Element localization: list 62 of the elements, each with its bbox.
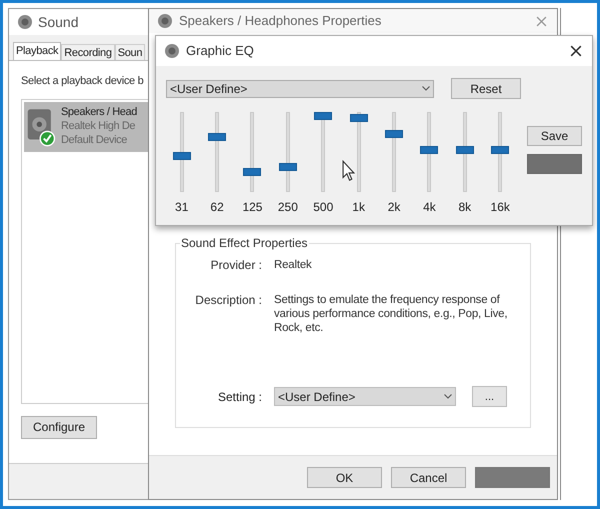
band-label: 250 xyxy=(278,200,298,214)
band-label: 125 xyxy=(242,200,262,214)
field-value: Settings to emulate the frequency response of various performance conditions, e.g., Pop, Live, Rock, etc. xyxy=(274,293,508,335)
slider-track[interactable] xyxy=(420,112,438,192)
slider-track[interactable] xyxy=(385,112,404,192)
band-label: 62 xyxy=(210,200,224,214)
preset-dropdown[interactable]: <User Define> xyxy=(166,80,434,98)
more-button[interactable]: ... xyxy=(472,386,507,407)
slider-thumb[interactable] xyxy=(385,130,404,138)
mouse-cursor-icon xyxy=(342,160,355,182)
tab[interactable]: Recording xyxy=(61,44,115,60)
slider-thumb[interactable] xyxy=(172,152,191,160)
dialog-button[interactable]: OK xyxy=(307,467,382,488)
speaker-icon xyxy=(17,14,33,30)
slider-thumb[interactable] xyxy=(243,168,262,176)
band-label: 4k xyxy=(423,200,436,214)
save-button[interactable]: Save xyxy=(527,126,582,146)
setting-dropdown[interactable]: <User Define> xyxy=(274,387,456,406)
slider-thumb[interactable] xyxy=(456,146,474,154)
field-label: Description : xyxy=(194,293,263,309)
chevron-down-icon xyxy=(444,394,452,399)
band-label: 8k xyxy=(458,200,472,214)
tab[interactable]: Playback xyxy=(13,42,62,60)
slider-track[interactable] xyxy=(314,112,332,192)
reset-button[interactable]: Reset xyxy=(451,78,521,99)
slider-thumb[interactable] xyxy=(314,112,332,120)
window-title: Speakers / Headphones Properties xyxy=(179,12,382,30)
window-title: Graphic EQ xyxy=(186,42,255,60)
speaker-icon xyxy=(164,43,180,59)
window-title: Sound xyxy=(38,12,78,32)
slider-thumb[interactable] xyxy=(350,114,368,122)
slider-track[interactable] xyxy=(456,112,474,192)
band-label: 1k xyxy=(352,200,365,214)
band-label: 31 xyxy=(175,200,188,214)
close-icon xyxy=(536,16,547,26)
slider-track[interactable] xyxy=(350,112,368,192)
slider-thumb[interactable] xyxy=(278,163,297,172)
chevron-down-icon xyxy=(422,86,430,91)
instruction-text: Select a playback device b xyxy=(21,74,144,89)
slider-track[interactable] xyxy=(172,112,191,192)
slider-thumb[interactable] xyxy=(420,146,438,154)
field-label: Provider : xyxy=(210,258,263,272)
field-value: Realtek xyxy=(274,258,313,272)
device-name: Speakers / Head xyxy=(61,104,137,118)
tab[interactable]: Soun xyxy=(114,44,146,60)
device-status: Default Device xyxy=(61,132,128,146)
band-label: 2k xyxy=(388,200,400,214)
device-driver: Realtek High De xyxy=(61,118,136,132)
speaker-icon xyxy=(157,13,173,29)
configure-button[interactable]: Configure xyxy=(21,416,97,438)
slider-thumb[interactable] xyxy=(491,146,510,154)
band-label: 500 xyxy=(313,200,334,214)
slider-track[interactable] xyxy=(243,112,262,192)
slider-track[interactable] xyxy=(208,112,226,192)
slider-track[interactable] xyxy=(491,112,510,192)
slider-track[interactable] xyxy=(278,112,297,192)
group-title: Sound Effect Properties xyxy=(180,236,309,250)
field-label: Setting : xyxy=(216,388,263,406)
slider-thumb[interactable] xyxy=(208,132,226,141)
close-icon xyxy=(570,45,582,57)
band-label: 16k xyxy=(490,200,510,214)
dialog-button[interactable]: Cancel xyxy=(391,467,466,488)
